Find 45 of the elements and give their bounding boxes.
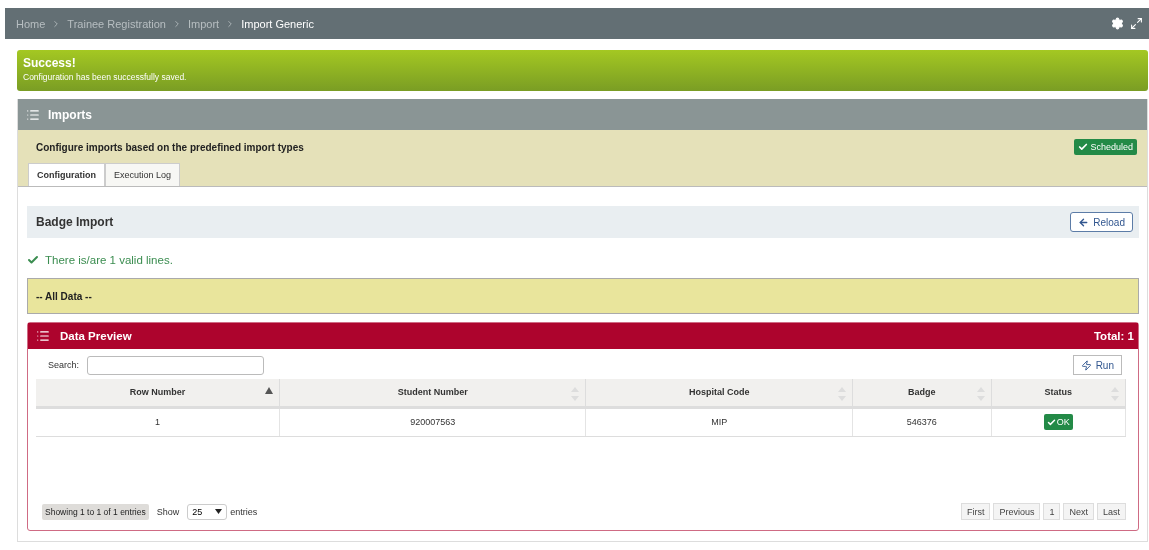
sort-ascending-icon[interactable] (264, 387, 273, 394)
reload-button[interactable]: Reload (1070, 212, 1133, 232)
column-header[interactable]: Hospital Code (585, 379, 853, 407)
expand-icon[interactable] (1130, 17, 1143, 30)
tab[interactable]: Execution Log (105, 163, 181, 186)
table-cell: 546376 (852, 407, 992, 436)
panel-title: Imports (48, 107, 92, 122)
table-cell: MIP (585, 407, 853, 436)
alert-title: Success! (23, 56, 77, 70)
filter-bar[interactable]: -- All Data -- (27, 278, 1139, 314)
check-icon (27, 254, 39, 266)
section-title: Badge Import (36, 215, 114, 229)
column-header[interactable]: Student Number (279, 379, 586, 407)
column-header[interactable]: Row Number (36, 379, 280, 407)
page-size-select[interactable]: 25 (187, 503, 228, 520)
search-field[interactable] (87, 355, 265, 375)
list-icon (26, 107, 40, 122)
valid-message: There is/are 1 valid lines. (45, 254, 173, 266)
column-header[interactable]: Badge (852, 379, 992, 407)
scheduled-badge: Scheduled (1074, 139, 1137, 155)
panel-description: Configure imports based on the predefined import types (36, 141, 304, 153)
entries-label: entries (230, 506, 258, 517)
status-badge: OK (1043, 414, 1073, 430)
breadcrumb-item[interactable]: Import Generic (241, 17, 314, 30)
run-button[interactable]: Run (1072, 355, 1122, 375)
caret-icon (215, 509, 223, 514)
column-header[interactable]: Status (991, 379, 1126, 407)
settings-icon[interactable] (1111, 17, 1124, 30)
list-icon (36, 329, 50, 343)
tab[interactable]: Configuration (28, 163, 105, 186)
chevron-icon (172, 18, 182, 29)
pagination-button[interactable]: Next (1063, 503, 1094, 520)
show-label: Show (156, 506, 180, 517)
pagination-button[interactable]: Previous (993, 503, 1041, 520)
total-count: Total: 1 (1093, 330, 1134, 342)
pagination-button[interactable]: Last (1097, 503, 1126, 520)
pagination-button[interactable]: 1 (1043, 503, 1061, 520)
pagination-button[interactable]: First (960, 503, 991, 520)
alert-message: Configuration has been successfully saved. (23, 72, 188, 82)
entries-info: Showing 1 to 1 of 1 entries (42, 503, 149, 520)
preview-title: Data Preview (60, 330, 132, 342)
arrow-left-icon (1078, 216, 1090, 228)
table-cell: 920007563 (279, 407, 586, 436)
search-label: Search: (48, 360, 80, 370)
table-cell: 1 (36, 407, 280, 436)
